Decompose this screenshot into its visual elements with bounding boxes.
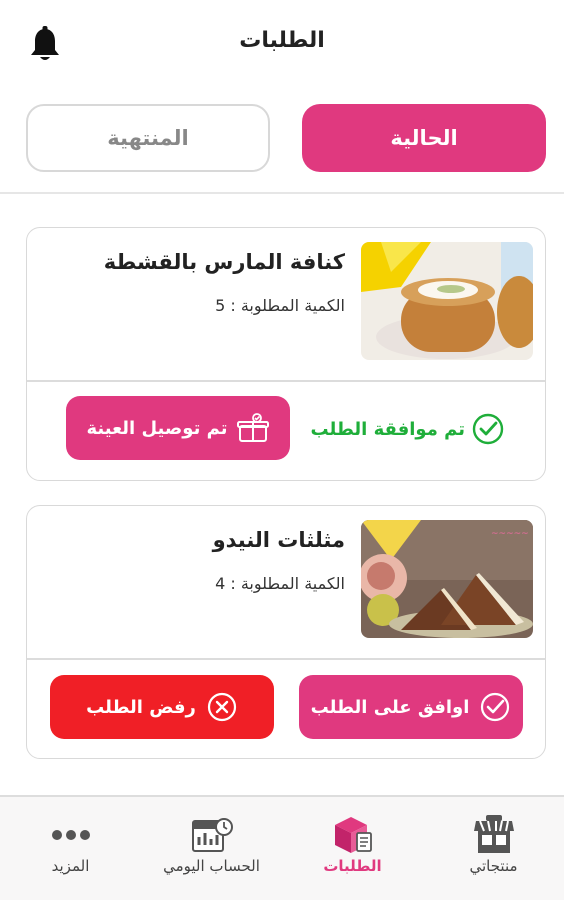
page-title: الطلبات <box>239 28 325 53</box>
gift-box-icon <box>237 413 270 442</box>
sample-delivered-button[interactable]: تم توصيل العينة <box>66 396 290 460</box>
divider <box>0 192 564 194</box>
product-name: كنافة المارس بالقشطة <box>103 250 345 274</box>
card-divider <box>27 380 545 382</box>
product-image: ~~~~~ <box>361 520 533 638</box>
bell-icon[interactable] <box>28 26 62 64</box>
nav-label: الحساب اليومي <box>163 857 260 875</box>
order-tabs: الحالية المنتهية <box>0 104 564 174</box>
nav-item-orders[interactable]: الطلبات <box>282 797 423 900</box>
sample-delivered-label: تم توصيل العينة <box>86 417 228 439</box>
accept-order-button[interactable]: اوافق على الطلب <box>299 675 523 739</box>
check-circle-icon <box>481 692 510 722</box>
nav-item-my-products[interactable]: منتجاتي <box>423 797 564 900</box>
orders-box-icon <box>334 817 372 853</box>
quantity-text: الكمية المطلوبة : 5 <box>215 296 345 315</box>
product-image <box>361 242 533 360</box>
store-icon <box>473 815 514 853</box>
nav-label: المزيد <box>51 857 90 875</box>
reject-order-button[interactable]: رفض الطلب <box>50 675 274 739</box>
accept-order-label: اوافق على الطلب <box>310 696 470 718</box>
tab-current[interactable]: الحالية <box>302 104 546 172</box>
svg-text:~~~~~: ~~~~~ <box>491 529 529 539</box>
nav-label: منتجاتي <box>469 857 518 875</box>
check-circle-icon <box>472 413 504 445</box>
more-dots-icon <box>51 830 90 840</box>
order-card: كنافة المارس بالقشطة الكمية المطلوبة : 5… <box>26 227 546 481</box>
bottom-nav: منتجاتي الطلبات الحساب اليومي المزيد <box>0 797 564 900</box>
status-badge: تم موافقة الطلب <box>310 412 505 446</box>
quantity-text: الكمية المطلوبة : 4 <box>215 574 345 593</box>
close-circle-icon <box>207 692 237 722</box>
app-header: الطلبات <box>0 0 564 90</box>
nav-label: الطلبات <box>323 857 382 875</box>
daily-account-icon <box>191 818 233 852</box>
nav-item-daily-account[interactable]: الحساب اليومي <box>141 797 282 900</box>
card-divider <box>27 658 545 660</box>
status-label: تم موافقة الطلب <box>310 418 465 440</box>
order-card: ~~~~~ مثلثات النيدو الكمية المطلوبة : 4 … <box>26 505 546 759</box>
tab-finished[interactable]: المنتهية <box>26 104 270 172</box>
nav-item-more[interactable]: المزيد <box>0 797 141 900</box>
reject-order-label: رفض الطلب <box>86 696 196 718</box>
product-name: مثلثات النيدو <box>212 528 345 552</box>
